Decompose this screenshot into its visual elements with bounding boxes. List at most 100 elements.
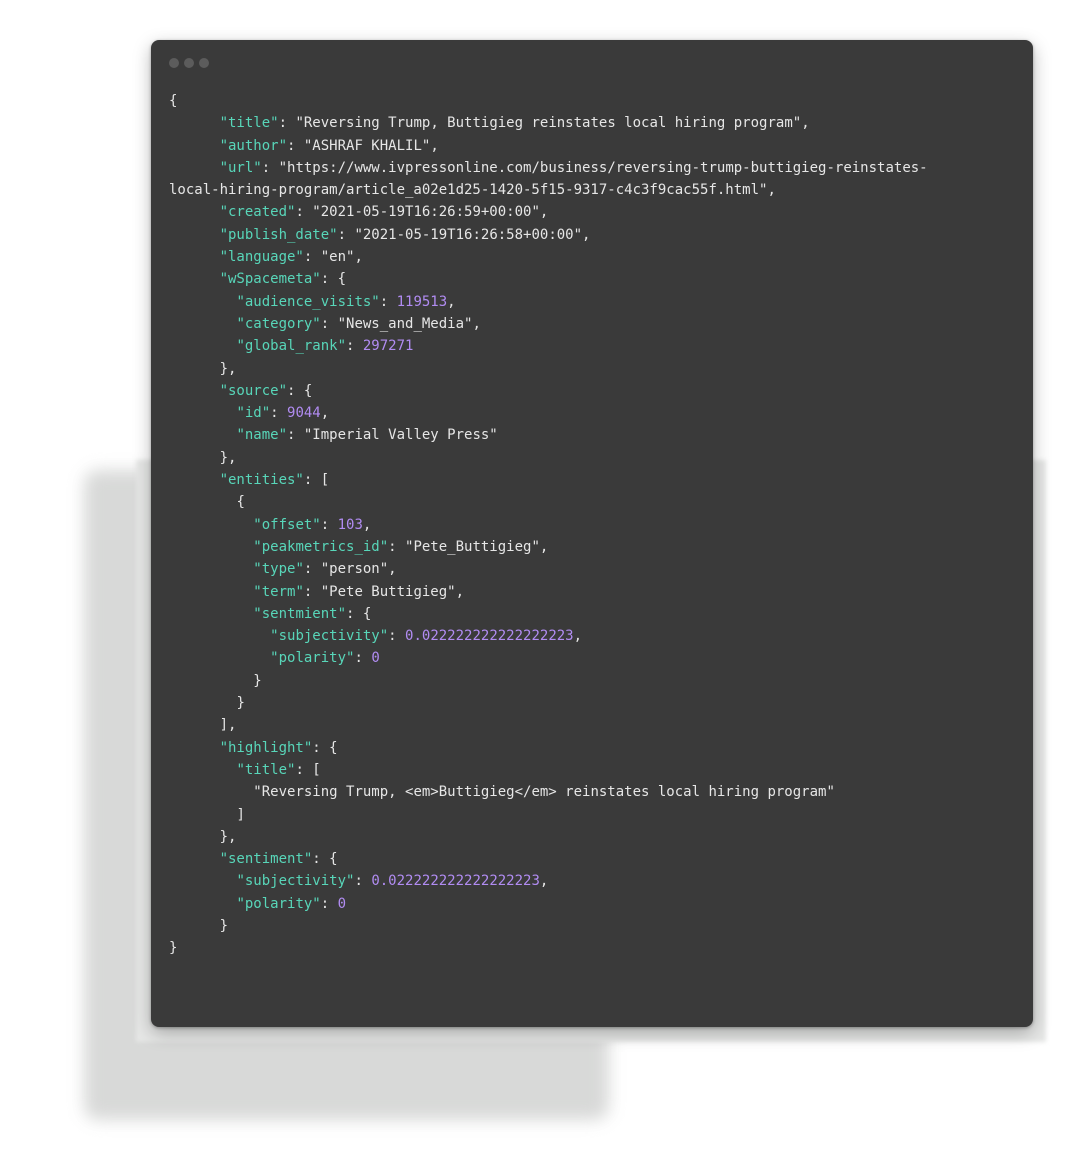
json-punctuation: , xyxy=(362,516,372,533)
json-punctuation: : xyxy=(346,338,363,355)
json-punctuation: : xyxy=(354,873,372,890)
code-line: } xyxy=(169,915,1023,937)
json-punctuation: , xyxy=(388,561,397,578)
json-key: "polarity" xyxy=(236,895,321,912)
json-punctuation: : xyxy=(320,895,338,912)
json-string-value: "Pete Buttigieg" xyxy=(320,583,456,600)
window-controls xyxy=(169,58,209,68)
json-string-value: "News_and_Media" xyxy=(337,315,473,332)
json-punctuation: , xyxy=(539,538,549,555)
code-line: local-hiring-program/article_a02e1d25-14… xyxy=(169,179,1023,201)
json-punctuation: } xyxy=(236,695,245,712)
json-punctuation: ] xyxy=(236,806,245,823)
code-line: "wSpacemeta": { xyxy=(169,268,1023,290)
json-punctuation: , xyxy=(472,315,481,332)
json-punctuation: , xyxy=(539,204,549,221)
json-punctuation: : xyxy=(320,315,338,332)
json-punctuation: , xyxy=(447,293,456,310)
code-line: "Reversing Trump, <em>Buttigieg</em> rei… xyxy=(169,781,1023,803)
json-key: "source" xyxy=(219,382,288,399)
json-key: "type" xyxy=(253,561,304,578)
json-punctuation: : [ xyxy=(295,761,321,778)
code-line: "subjectivity": 0.022222222222222223, xyxy=(169,625,1023,647)
code-line: "global_rank": 297271 xyxy=(169,335,1023,357)
json-punctuation: }, xyxy=(219,449,237,466)
json-string-value: "ASHRAF KHALIL" xyxy=(303,137,431,154)
code-line: }, xyxy=(169,447,1023,469)
json-punctuation: { xyxy=(169,93,178,109)
json-string-value: "en" xyxy=(320,249,355,266)
json-punctuation: : xyxy=(320,516,338,533)
json-key: "entities" xyxy=(219,472,304,489)
code-line: "audience_visits": 119513, xyxy=(169,291,1023,313)
json-key: "id" xyxy=(236,405,271,422)
code-line: } xyxy=(169,692,1023,714)
code-line: "entities": [ xyxy=(169,469,1023,491)
json-punctuation: , xyxy=(455,583,465,600)
json-key: "audience_visits" xyxy=(236,293,380,310)
json-key: "created" xyxy=(219,204,296,221)
json-punctuation: , xyxy=(582,226,591,243)
code-line: }, xyxy=(169,826,1023,848)
json-key: "highlight" xyxy=(219,739,313,756)
json-punctuation: , xyxy=(573,628,583,645)
window-control-dot[interactable] xyxy=(184,58,194,68)
json-punctuation: { xyxy=(236,494,245,511)
window-control-dot[interactable] xyxy=(169,58,179,68)
json-code-block: { "title": "Reversing Trump, Buttigieg r… xyxy=(169,90,1023,960)
json-punctuation: : xyxy=(303,583,321,600)
json-punctuation: : { xyxy=(312,851,338,868)
json-string-value: "https://www.ivpressonline.com/business/… xyxy=(278,159,928,176)
json-key: "category" xyxy=(236,315,321,332)
window-control-dot[interactable] xyxy=(199,58,209,68)
code-line: "type": "person", xyxy=(169,558,1023,580)
json-punctuation: : xyxy=(337,226,355,243)
json-punctuation: : xyxy=(379,293,397,310)
json-punctuation: : xyxy=(270,405,288,422)
json-punctuation: , xyxy=(767,182,776,199)
json-number-value: 119513 xyxy=(396,293,448,310)
code-line: "peakmetrics_id": "Pete_Buttigieg", xyxy=(169,536,1023,558)
json-punctuation: , xyxy=(354,249,363,266)
json-punctuation: : xyxy=(388,628,406,645)
json-punctuation: , xyxy=(801,115,810,132)
json-punctuation: : xyxy=(287,427,304,444)
code-line: "name": "Imperial Valley Press" xyxy=(169,424,1023,446)
json-number-value: 0.022222222222222223 xyxy=(371,873,540,890)
json-punctuation: : xyxy=(295,204,313,221)
json-punctuation: : xyxy=(303,561,321,578)
json-punctuation: : xyxy=(388,538,406,555)
json-key: "offset" xyxy=(253,516,321,533)
json-key: "subjectivity" xyxy=(270,628,389,645)
json-key: "url" xyxy=(219,159,262,176)
json-number-value: 0 xyxy=(371,650,380,667)
code-line: { xyxy=(169,90,1023,112)
json-punctuation: : { xyxy=(320,271,347,288)
json-key: "wSpacemeta" xyxy=(219,271,321,288)
code-line: "author": "ASHRAF KHALIL", xyxy=(169,135,1023,157)
code-line: ], xyxy=(169,714,1023,736)
json-punctuation: , xyxy=(430,137,439,154)
